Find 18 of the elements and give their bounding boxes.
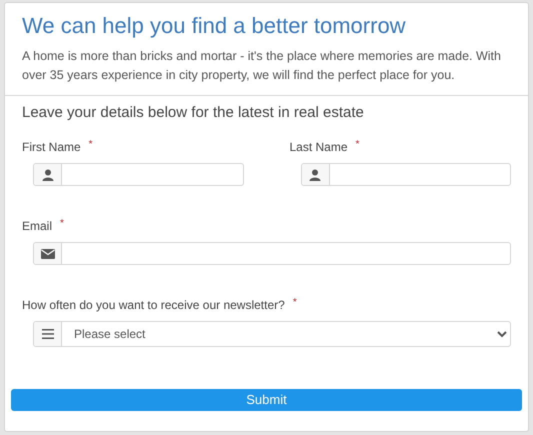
field-label: First Name <box>22 139 81 155</box>
form-heading: Leave your details below for the latest in real estate <box>22 103 365 123</box>
menu-icon <box>42 329 54 339</box>
intro-paragraph: A home is more than bricks and mortar - it's the place where memories are made. With over 35 years experience in city property, we will find the perfect place for you. <box>22 48 502 84</box>
field-label: How often do you want to receive our newsletter? <box>22 297 285 313</box>
input-field[interactable] <box>33 163 244 186</box>
input-field[interactable] <box>300 163 511 186</box>
field-label: Email <box>22 218 52 234</box>
required-marker: * <box>292 297 297 309</box>
user-icon <box>42 168 54 180</box>
user-icon <box>309 168 321 180</box>
field-label: Last Name <box>290 139 348 155</box>
envelope-icon <box>40 248 54 258</box>
page-title: We can help you find a better tomorrow <box>22 12 407 40</box>
required-marker: * <box>356 139 360 151</box>
required-marker: * <box>60 218 64 230</box>
required-marker: * <box>88 139 93 151</box>
input-field[interactable] <box>33 242 511 265</box>
